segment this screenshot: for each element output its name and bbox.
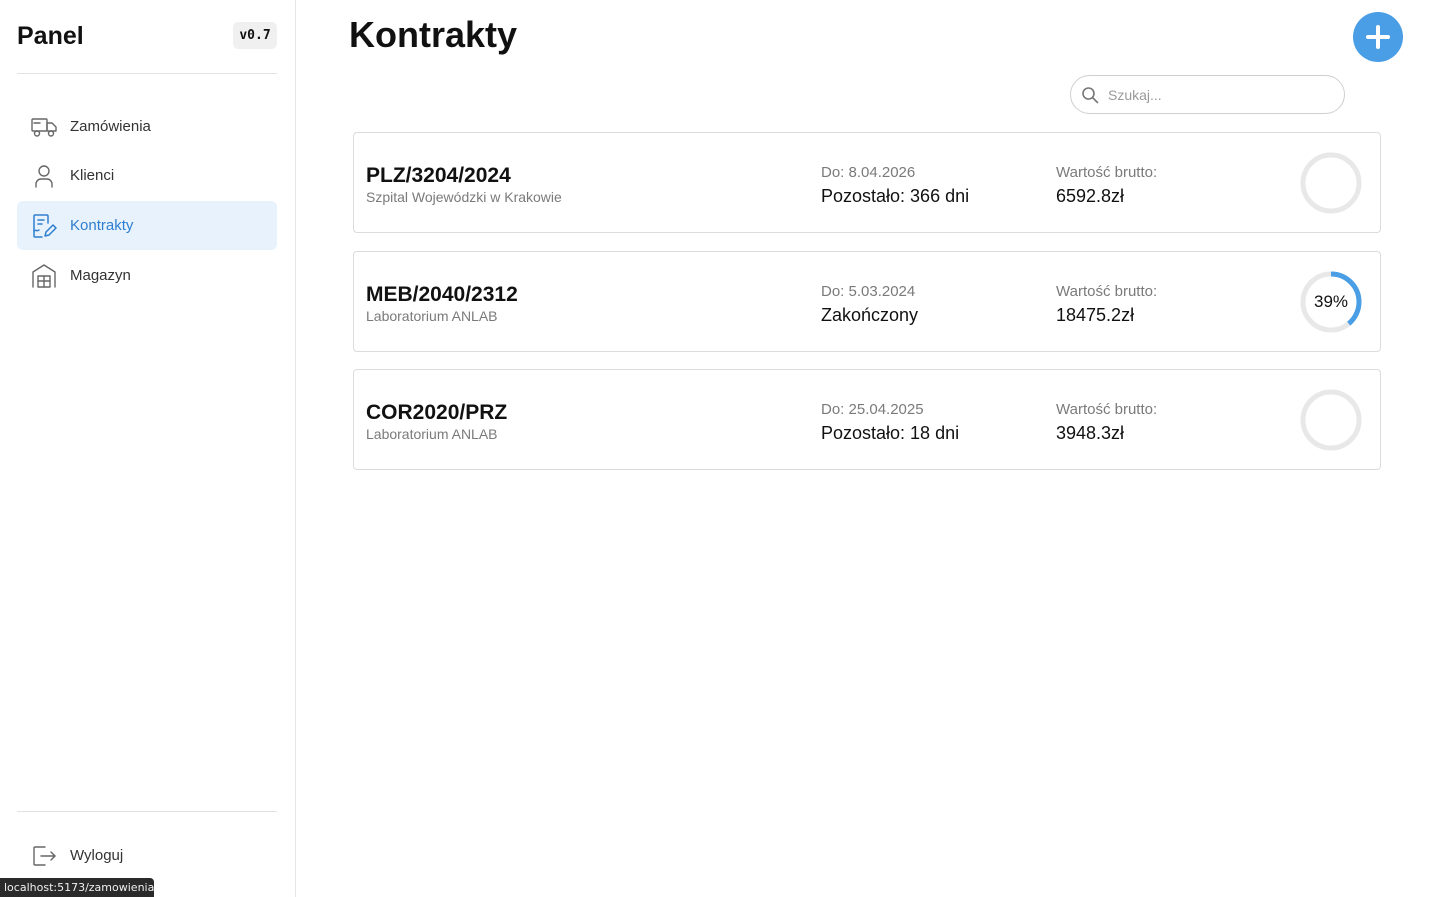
contract-card[interactable]: MEB/2040/2312 Laboratorium ANLAB Do: 5.0… — [353, 251, 1381, 352]
add-contract-button[interactable] — [1353, 12, 1403, 62]
search-input[interactable] — [1108, 86, 1328, 103]
contract-status: Pozostało: 18 dni — [821, 423, 960, 443]
logout-icon — [30, 842, 58, 870]
sidebar-item-kontrakty[interactable]: Kontrakty — [17, 201, 277, 250]
version-badge: v0.7 — [233, 22, 277, 49]
contract-client: Laboratorium ANLAB — [366, 308, 498, 324]
contract-client: Laboratorium ANLAB — [366, 426, 498, 442]
search-icon — [1080, 85, 1100, 105]
contract-edit-icon — [30, 212, 58, 240]
contract-value-label: Wartość brutto: — [1056, 164, 1158, 181]
sidebar-item-label: Magazyn — [70, 267, 131, 284]
sidebar-item-magazyn[interactable]: Magazyn — [17, 251, 277, 300]
status-bar-url: localhost:5173/zamowienia — [0, 878, 154, 897]
contract-status: Pozostało: 366 dni — [821, 186, 970, 206]
contract-client: Szpital Wojewódzki w Krakowie — [366, 189, 562, 205]
truck-icon — [30, 113, 58, 141]
sidebar-item-zamowienia[interactable]: Zamówienia — [17, 102, 277, 151]
sidebar-divider — [17, 73, 277, 74]
contract-value: 18475.2zł — [1056, 305, 1135, 325]
contract-status: Zakończony — [821, 305, 919, 325]
progress-text — [1299, 151, 1363, 215]
user-icon — [30, 162, 58, 190]
logout-label: Wyloguj — [70, 847, 124, 864]
search-box — [1070, 75, 1345, 114]
contract-card[interactable]: PLZ/3204/2024 Szpital Wojewódzki w Krako… — [353, 132, 1381, 233]
contract-value: 3948.3zł — [1056, 423, 1125, 443]
sidebar-item-klienci[interactable]: Klienci — [17, 151, 277, 200]
sidebar-item-label: Klienci — [70, 167, 115, 184]
brand-title: Panel — [17, 22, 84, 50]
contract-value: 6592.8zł — [1056, 186, 1125, 206]
contract-due-date: Do: 25.04.2025 — [821, 401, 924, 418]
contract-due-date: Do: 5.03.2024 — [821, 283, 916, 300]
contract-value-label: Wartość brutto: — [1056, 401, 1158, 418]
progress-text: 39% — [1313, 292, 1349, 311]
plus-icon — [1366, 25, 1390, 49]
progress-text — [1299, 388, 1363, 452]
sidebar-divider — [17, 811, 277, 812]
contract-value-label: Wartość brutto: — [1056, 283, 1158, 300]
sidebar: Panel v0.7 Zamówienia Klienci Kontrakty … — [0, 0, 296, 897]
contract-code: MEB/2040/2312 — [366, 283, 518, 306]
contract-card[interactable]: COR2020/PRZ Laboratorium ANLAB Do: 25.04… — [353, 369, 1381, 470]
contract-due-date: Do: 8.04.2026 — [821, 164, 916, 181]
contract-code: COR2020/PRZ — [366, 401, 508, 424]
contract-code: PLZ/3204/2024 — [366, 164, 511, 187]
page-title: Kontrakty — [349, 14, 518, 55]
app-root: Panel v0.7 Zamówienia Klienci Kontrakty … — [0, 0, 1437, 897]
warehouse-icon — [30, 262, 58, 290]
sidebar-item-label: Zamówienia — [70, 118, 151, 135]
sidebar-item-label: Kontrakty — [70, 217, 134, 234]
logout-button[interactable]: Wyloguj — [17, 831, 277, 880]
